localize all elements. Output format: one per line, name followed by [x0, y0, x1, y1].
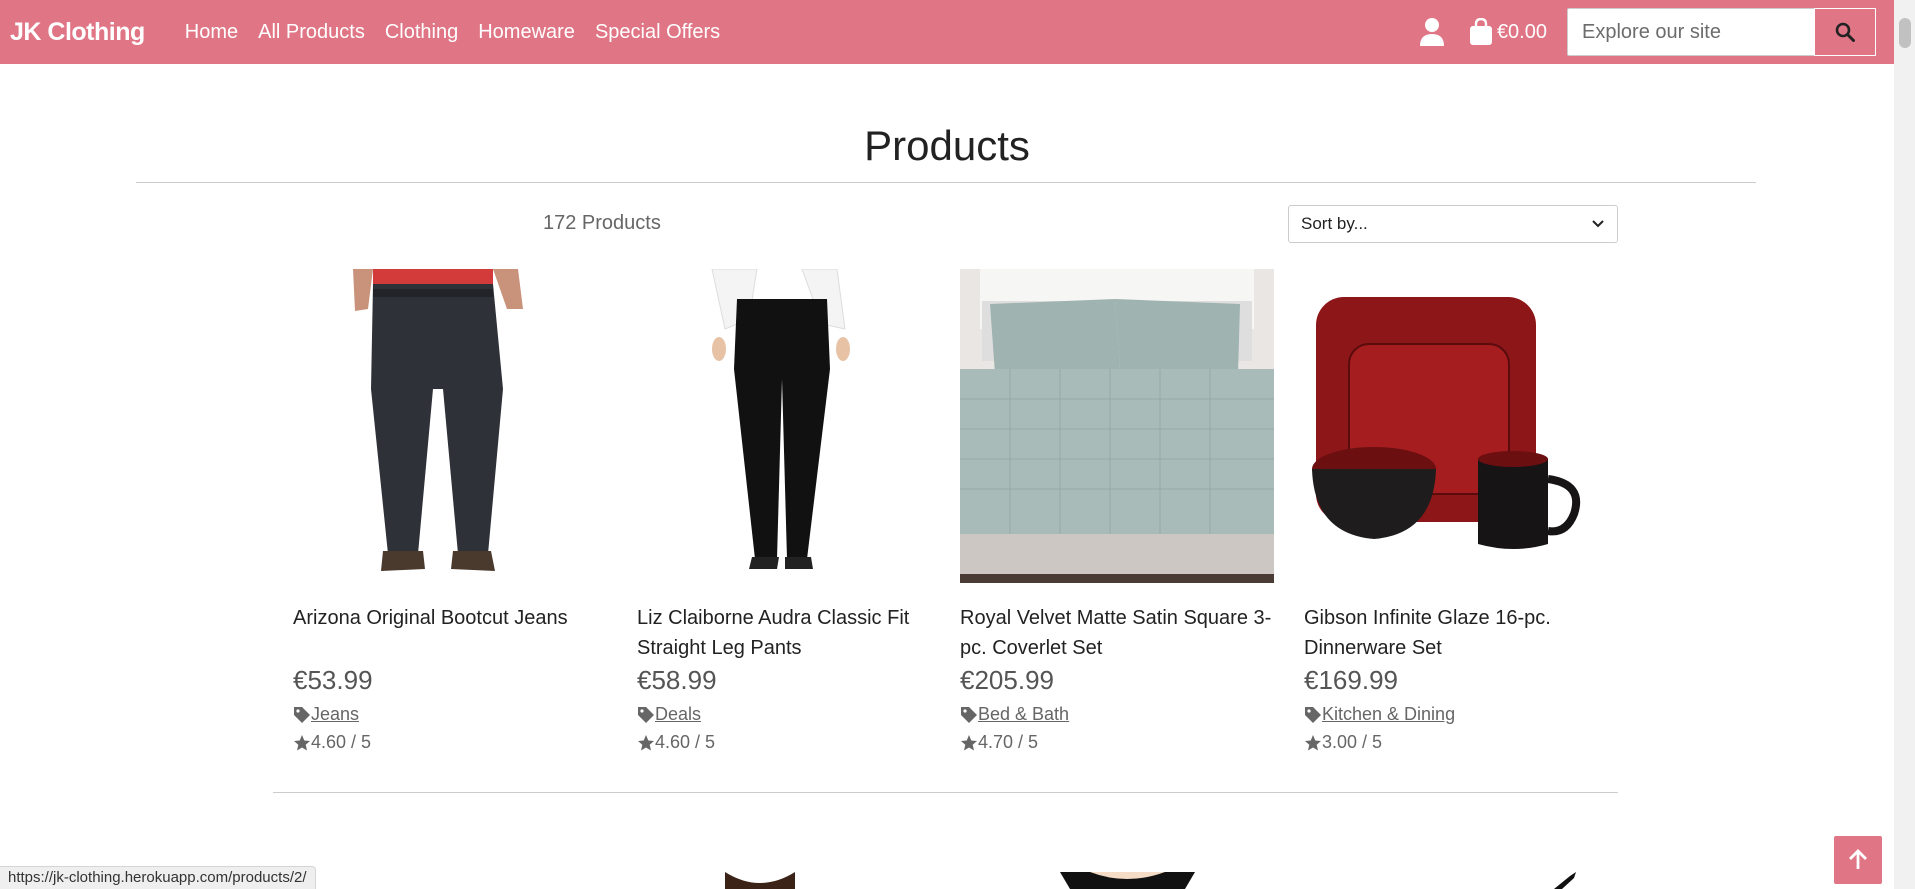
star-icon	[961, 734, 977, 750]
product-price: €169.99	[1304, 665, 1398, 695]
product-name[interactable]: Royal Velvet Matte Satin Square 3-pc. Co…	[960, 603, 1274, 663]
nav-links: Home All Products Clothing Homeware Spec…	[165, 21, 720, 44]
search-input[interactable]	[1567, 8, 1814, 56]
product-image[interactable]	[1304, 269, 1618, 583]
product-category-link[interactable]: Bed & Bath	[978, 704, 1069, 725]
product-image[interactable]	[1548, 872, 1588, 889]
back-to-top-button[interactable]	[1834, 836, 1882, 884]
product-card: Royal Velvet Matte Satin Square 3-pc. Co…	[960, 269, 1274, 753]
page-title: Products	[864, 122, 1030, 169]
product-name[interactable]: Arizona Original Bootcut Jeans	[293, 603, 607, 663]
tag-icon	[961, 706, 977, 723]
product-image[interactable]	[293, 269, 607, 583]
product-rating-value: 4.60 / 5	[655, 732, 716, 752]
divider	[136, 182, 1756, 183]
product-price: €58.99	[637, 665, 717, 695]
product-rating: 4.70 / 5	[960, 732, 1274, 753]
product-rating-value: 4.60 / 5	[311, 732, 372, 752]
product-rating: 4.60 / 5	[293, 732, 607, 753]
brand-logo[interactable]: JK Clothing	[10, 18, 145, 47]
product-card: Gibson Infinite Glaze 16-pc. Dinnerware …	[1304, 269, 1618, 753]
browser-status-url: https://jk-clothing.herokuapp.com/produc…	[0, 866, 316, 889]
nav-link-clothing[interactable]: Clothing	[385, 21, 458, 44]
chevron-down-icon	[1592, 220, 1604, 228]
product-card: Liz Claiborne Audra Classic Fit Straight…	[637, 269, 951, 753]
product-category-link[interactable]: Deals	[655, 704, 701, 725]
star-icon	[638, 734, 654, 750]
product-category: Bed & Bath	[960, 704, 1274, 725]
product-rating: 3.00 / 5	[1304, 732, 1618, 753]
product-image[interactable]	[960, 269, 1274, 583]
sort-select[interactable]: Sort by...	[1288, 205, 1618, 243]
product-image[interactable]	[1060, 872, 1195, 889]
product-rating: 4.60 / 5	[637, 732, 951, 753]
product-rating-value: 3.00 / 5	[1322, 732, 1383, 752]
product-category-link[interactable]: Kitchen & Dining	[1322, 704, 1455, 725]
divider	[273, 792, 1618, 793]
page-scrollbar[interactable]	[1894, 0, 1915, 889]
product-rating-value: 4.70 / 5	[978, 732, 1039, 752]
scrollbar-thumb[interactable]	[1899, 18, 1911, 48]
product-name[interactable]: Gibson Infinite Glaze 16-pc. Dinnerware …	[1304, 603, 1618, 663]
tag-icon	[1305, 706, 1321, 723]
product-category: Kitchen & Dining	[1304, 704, 1618, 725]
nav-link-homeware[interactable]: Homeware	[478, 21, 575, 44]
nav-right: €0.00	[1419, 0, 1876, 64]
nav-link-special-offers[interactable]: Special Offers	[595, 21, 720, 44]
tag-icon	[638, 706, 654, 723]
sort-select-value: Sort by...	[1301, 214, 1368, 233]
nav-link-all-products[interactable]: All Products	[258, 21, 365, 44]
product-image[interactable]	[725, 872, 795, 889]
search-form	[1567, 8, 1876, 56]
search-icon	[1835, 22, 1855, 42]
search-button[interactable]	[1814, 8, 1876, 56]
product-price: €205.99	[960, 665, 1054, 695]
shopping-bag-icon	[1469, 18, 1492, 45]
product-name[interactable]: Liz Claiborne Audra Classic Fit Straight…	[637, 603, 951, 663]
product-category-link[interactable]: Jeans	[311, 704, 359, 725]
product-count: 172 Products	[543, 212, 661, 234]
user-icon[interactable]	[1419, 17, 1445, 47]
cart-link[interactable]: €0.00	[1469, 18, 1547, 46]
navbar: JK Clothing Home All Products Clothing H…	[0, 0, 1894, 64]
nav-link-home[interactable]: Home	[185, 21, 238, 44]
cart-total: €0.00	[1496, 20, 1547, 43]
product-image[interactable]	[637, 269, 951, 583]
product-price: €53.99	[293, 665, 373, 695]
product-category: Jeans	[293, 704, 607, 725]
star-icon	[1305, 734, 1321, 750]
tag-icon	[294, 706, 310, 723]
product-category: Deals	[637, 704, 951, 725]
arrow-up-icon	[1849, 849, 1867, 869]
product-card: Arizona Original Bootcut Jeans €53.99 Je…	[293, 269, 607, 753]
star-icon	[294, 734, 310, 750]
